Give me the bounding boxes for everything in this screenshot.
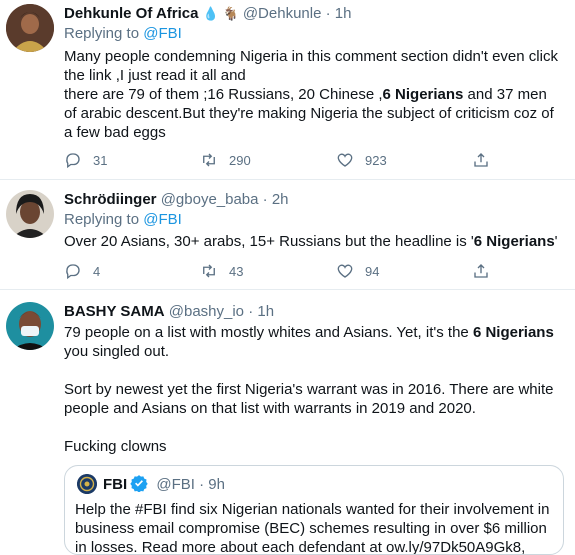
tweet-text: 79 people on a list with mostly whites a… xyxy=(64,323,561,456)
fbi-seal-icon xyxy=(77,474,97,494)
tweet-header: Schrödiinger @gboye_baba · 2h xyxy=(64,190,561,210)
tweet-text: Over 20 Asians, 30+ arabs, 15+ Russians … xyxy=(64,232,561,251)
replying-to-link[interactable]: @FBI xyxy=(143,25,182,42)
avatar-photo xyxy=(6,190,54,238)
retweet-count: 43 xyxy=(229,263,244,279)
text-part: you singled out. xyxy=(64,343,170,360)
like-button[interactable]: 94 xyxy=(336,261,472,281)
name-emoji: 💧 🐐 xyxy=(202,6,239,21)
text-part: there are 79 of them ;16 Russians, 20 Ch… xyxy=(64,86,383,103)
display-name[interactable]: BASHY SAMA xyxy=(64,303,165,320)
like-count: 94 xyxy=(365,263,380,279)
tweet-1[interactable]: Dehkunle Of Africa 💧 🐐 @Dehkunle · 1h Re… xyxy=(0,0,575,180)
text-bold: 6 Nigerians xyxy=(473,233,555,250)
text-part: Sort by newest yet the first Nigeria's w… xyxy=(64,381,554,417)
separator-dot: · xyxy=(199,476,205,493)
tweet-header: Dehkunle Of Africa 💧 🐐 @Dehkunle · 1h xyxy=(64,4,561,24)
reply-button[interactable]: 31 xyxy=(64,150,200,170)
replying-label: Replying to xyxy=(64,211,140,228)
quote-header: FBI @FBI · 9h xyxy=(103,474,225,495)
text-bold: 6 Nigerians xyxy=(472,324,554,341)
text-part: Fucking clowns xyxy=(64,438,167,455)
display-name[interactable]: Schrödiinger xyxy=(64,191,157,208)
retweet-button[interactable]: 43 xyxy=(200,261,336,281)
text-bold: 6 Nigerians xyxy=(382,86,464,103)
retweet-count: 290 xyxy=(229,152,251,168)
text-part: 79 people on a list with mostly whites a… xyxy=(64,324,473,341)
share-button[interactable] xyxy=(472,261,501,281)
reply-icon xyxy=(66,264,80,280)
reply-count: 4 xyxy=(93,263,101,279)
tweet-2[interactable]: Schrödiinger @gboye_baba · 2h Replying t… xyxy=(0,180,575,290)
like-count: 923 xyxy=(365,152,387,168)
quoted-tweet[interactable]: FBI @FBI · 9h Help the #FBI find six Nig… xyxy=(64,465,564,555)
quote-display-name[interactable]: FBI xyxy=(103,476,127,493)
timestamp[interactable]: 2h xyxy=(272,191,289,208)
separator-dot: · xyxy=(325,5,331,22)
separator-dot: · xyxy=(248,303,254,320)
timestamp[interactable]: 1h xyxy=(257,303,274,320)
display-name[interactable]: Dehkunle Of Africa xyxy=(64,5,198,22)
tweet-header: BASHY SAMA @bashy_io · 1h xyxy=(64,302,561,322)
share-icon xyxy=(474,264,488,278)
reply-button[interactable]: 4 xyxy=(64,261,200,281)
handle[interactable]: @gboye_baba xyxy=(161,191,259,208)
text-part: Many people condemning Nigeria in this c… xyxy=(64,48,558,84)
replying-to: Replying to @FBI xyxy=(64,24,561,44)
share-icon xyxy=(474,153,488,167)
quote-text: Help the #FBI find six Nigerian national… xyxy=(75,501,550,555)
fbi-avatar xyxy=(77,474,97,494)
replying-to: Replying to @FBI xyxy=(64,210,561,230)
verified-badge-icon xyxy=(130,475,148,492)
heart-icon xyxy=(337,264,353,278)
retweet-icon xyxy=(203,264,215,278)
retweet-icon xyxy=(203,153,215,167)
text-part: ' xyxy=(554,233,558,250)
replying-to-link[interactable]: @FBI xyxy=(143,211,182,228)
text-part: Over 20 Asians, 30+ arabs, 15+ Russians … xyxy=(64,233,474,250)
avatar[interactable] xyxy=(6,302,54,350)
handle[interactable]: @Dehkunle xyxy=(243,5,322,22)
handle[interactable]: @bashy_io xyxy=(169,303,244,320)
share-button[interactable] xyxy=(472,150,501,170)
like-button[interactable]: 923 xyxy=(336,150,472,170)
tweet-3[interactable]: BASHY SAMA @bashy_io · 1h 79 people on a… xyxy=(0,290,575,555)
separator-dot: · xyxy=(262,191,268,208)
reply-count: 31 xyxy=(93,152,108,168)
heart-icon xyxy=(337,153,353,167)
quote-timestamp[interactable]: 9h xyxy=(208,476,225,493)
avatar[interactable] xyxy=(6,190,54,238)
avatar-photo xyxy=(6,4,54,52)
avatar[interactable] xyxy=(6,4,54,52)
replying-label: Replying to xyxy=(64,25,140,42)
avatar-photo xyxy=(6,302,54,350)
tweet-text: Many people condemning Nigeria in this c… xyxy=(64,47,561,142)
retweet-button[interactable]: 290 xyxy=(200,150,336,170)
timestamp[interactable]: 1h xyxy=(335,5,352,22)
reply-icon xyxy=(66,153,80,169)
quote-handle[interactable]: @FBI xyxy=(156,476,195,493)
